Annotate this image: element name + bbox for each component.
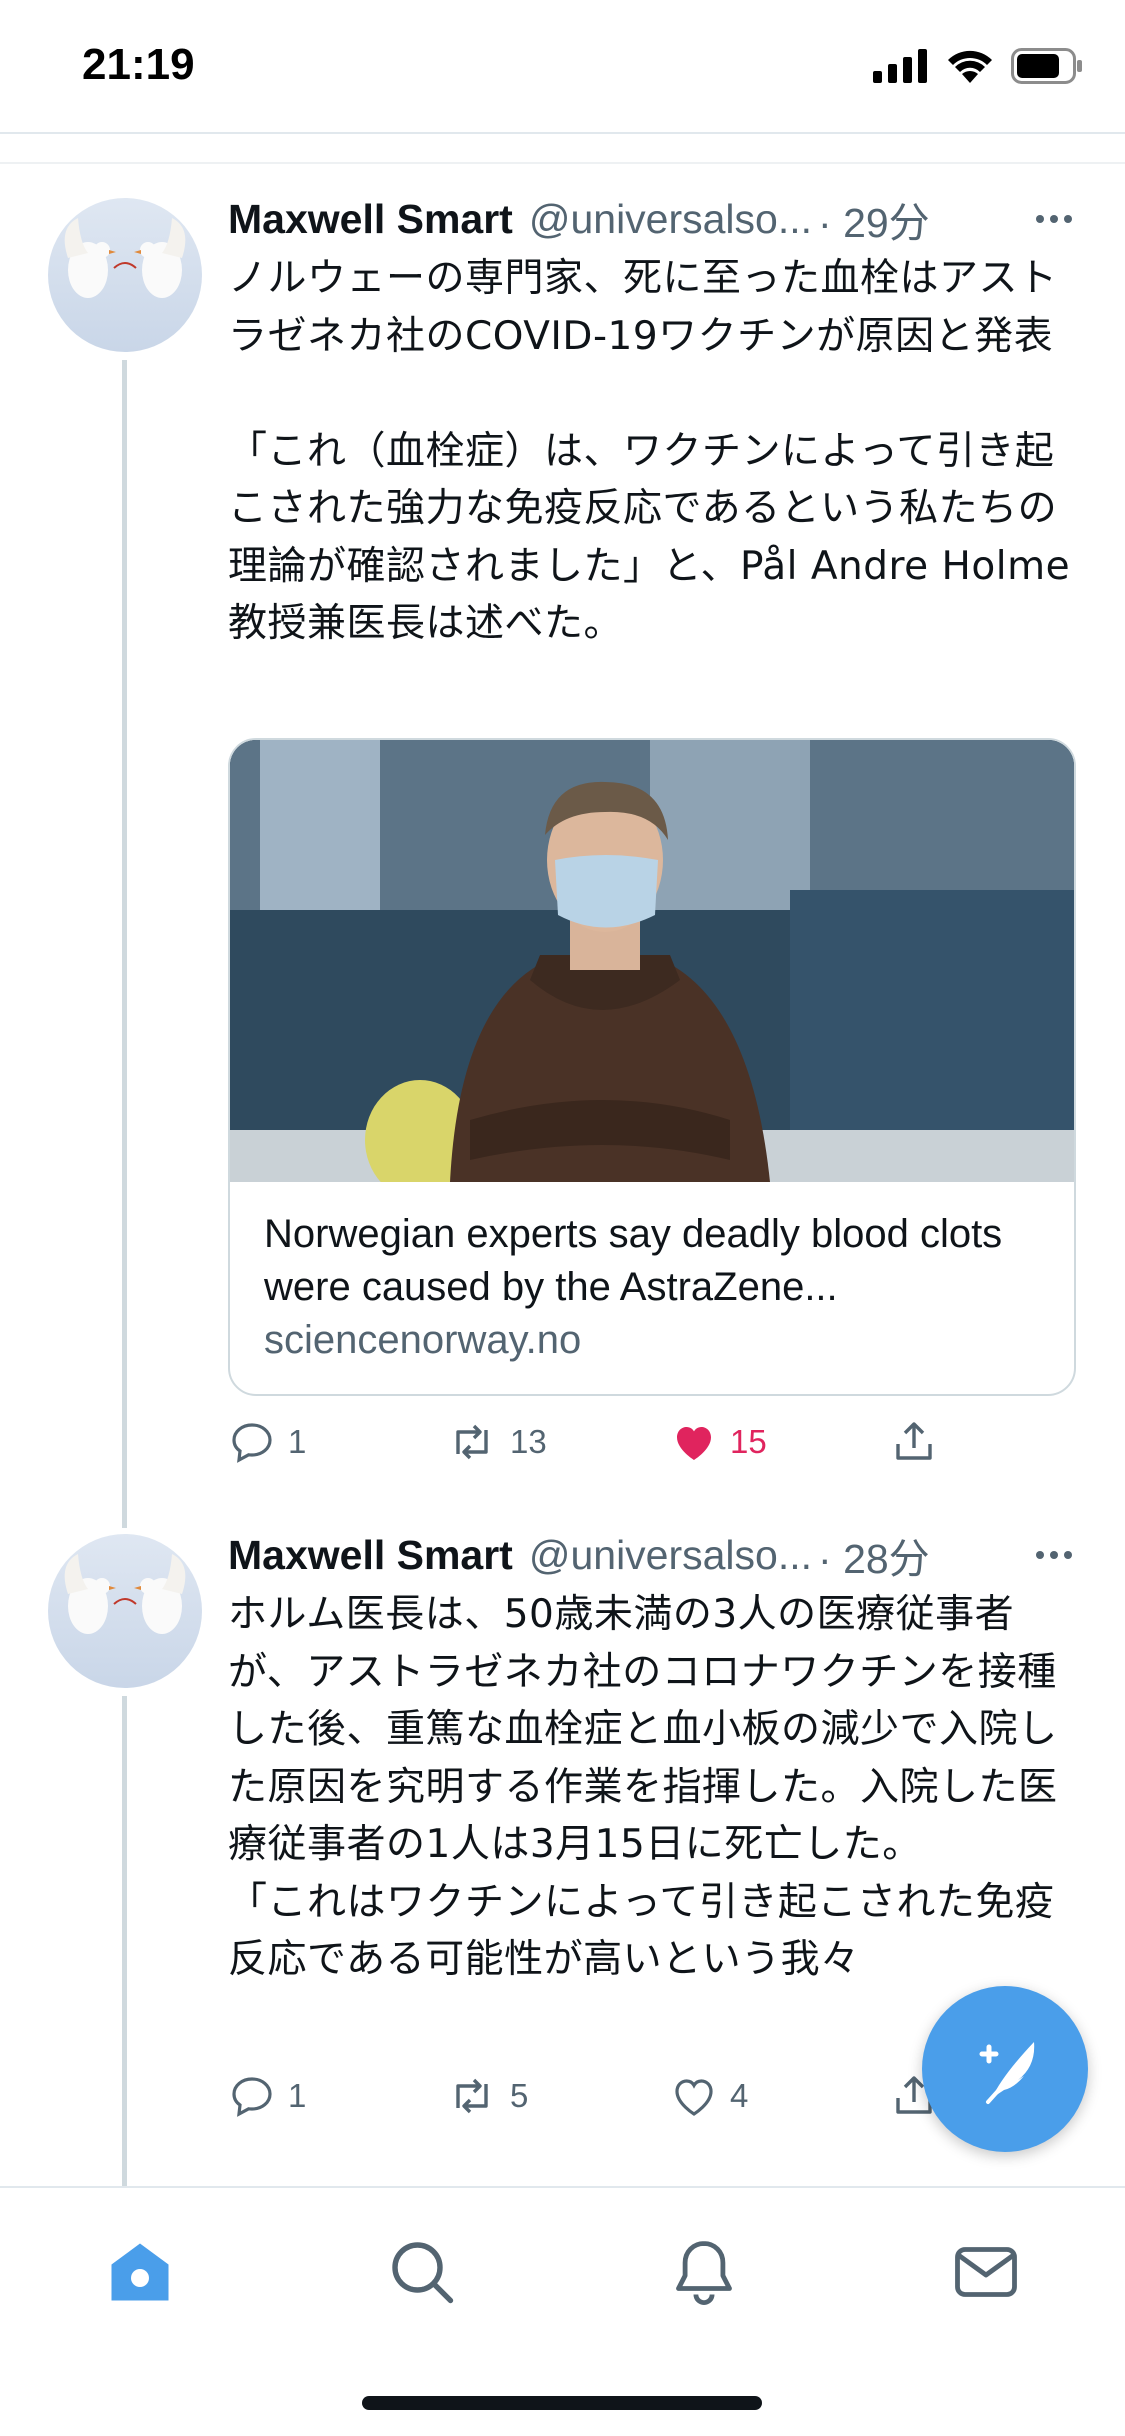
messages-icon xyxy=(955,2247,1017,2297)
reply-icon xyxy=(232,2077,272,2117)
like-button[interactable]: 15 xyxy=(670,1418,767,1466)
card-title: Norwegian experts say deadly blood clots… xyxy=(264,1212,1003,1309)
tweet-time[interactable]: · 29分 xyxy=(818,189,930,249)
doves-avatar-image xyxy=(64,218,186,298)
tweet-text: ホルム医長は、50歳未満の3人の医療従事者が、アストラゼネカ社のコロナワクチンを… xyxy=(228,1592,1058,1982)
masked-man-photo xyxy=(230,740,1074,1182)
author-name[interactable]: Maxwell Smart xyxy=(228,1532,513,1579)
author-name[interactable]: Maxwell Smart xyxy=(228,196,513,243)
avatar[interactable] xyxy=(48,1534,202,1688)
notifications-icon xyxy=(676,2241,732,2305)
tweet-content: Maxwell Smart @universalso... · 29分 ノルウェ… xyxy=(228,190,1076,653)
reply-count: 1 xyxy=(288,2077,307,2114)
tab-notifications[interactable] xyxy=(664,2232,744,2312)
home-indicator[interactable] xyxy=(362,2396,762,2410)
tweet-text: ノルウェーの専門家、死に至った血栓はアストラゼネカ社のCOVID-19ワクチンが… xyxy=(228,256,1071,646)
card-info: Norwegian experts say deadly blood clots… xyxy=(230,1182,1074,1391)
battery-icon xyxy=(1011,48,1082,84)
wifi-icon xyxy=(948,50,992,83)
reply-button[interactable]: 1 xyxy=(228,2072,306,2120)
retweet-icon xyxy=(456,1424,488,1460)
card-image xyxy=(230,740,1074,1182)
tweet-actions: 1 5 4 xyxy=(228,2072,1028,2132)
like-count: 15 xyxy=(730,1423,767,1460)
share-icon xyxy=(896,1422,932,1460)
signal-icon xyxy=(873,49,927,83)
like-count: 4 xyxy=(730,2077,749,2114)
tweet-header: Maxwell Smart @universalso... · 29分 xyxy=(228,190,1076,248)
heart-icon xyxy=(677,1427,711,1460)
retweet-button[interactable]: 13 xyxy=(446,1418,547,1466)
retweet-count: 5 xyxy=(510,2077,529,2114)
link-card[interactable]: Norwegian experts say deadly blood clots… xyxy=(228,738,1076,1396)
retweet-count: 13 xyxy=(510,1423,547,1460)
home-icon xyxy=(111,2243,169,2301)
heart-icon xyxy=(675,2079,713,2116)
compose-tweet-icon xyxy=(979,2042,1035,2104)
reply-icon xyxy=(232,1423,272,1463)
author-handle[interactable]: @universalso... xyxy=(529,1532,812,1579)
tab-search[interactable] xyxy=(382,2232,462,2312)
status-bar: 21:19 xyxy=(0,0,1125,132)
retweet-icon xyxy=(456,2078,488,2114)
thread-line xyxy=(122,1696,127,2186)
more-icon[interactable] xyxy=(1036,1535,1072,1575)
like-button[interactable]: 4 xyxy=(670,2072,748,2120)
reply-count: 1 xyxy=(288,1423,307,1460)
status-icons xyxy=(873,48,1083,84)
reply-button[interactable]: 1 xyxy=(228,1418,306,1466)
compose-tweet-button[interactable] xyxy=(922,1986,1088,2152)
tweet-content: Maxwell Smart @universalso... · 28分 ホルム医… xyxy=(228,1526,1076,1989)
share-button[interactable] xyxy=(890,1418,938,1466)
tweet-time[interactable]: · 28分 xyxy=(818,1525,930,1585)
card-domain: sciencenorway.no xyxy=(264,1318,582,1362)
author-handle[interactable]: @universalso... xyxy=(529,196,812,243)
thread-line xyxy=(122,360,127,1528)
doves-avatar-image xyxy=(64,1554,186,1634)
tab-home[interactable] xyxy=(100,2232,180,2312)
search-icon xyxy=(392,2242,454,2304)
status-time: 21:19 xyxy=(82,40,195,89)
retweet-button[interactable]: 5 xyxy=(446,2072,528,2120)
avatar[interactable] xyxy=(48,198,202,352)
header-divider xyxy=(0,132,1125,134)
tab-messages[interactable] xyxy=(946,2232,1026,2312)
header-divider xyxy=(0,162,1125,164)
tweet-actions: 1 13 15 xyxy=(228,1418,1028,1478)
more-icon[interactable] xyxy=(1036,199,1072,239)
tweet-header: Maxwell Smart @universalso... · 28分 xyxy=(228,1526,1076,1584)
